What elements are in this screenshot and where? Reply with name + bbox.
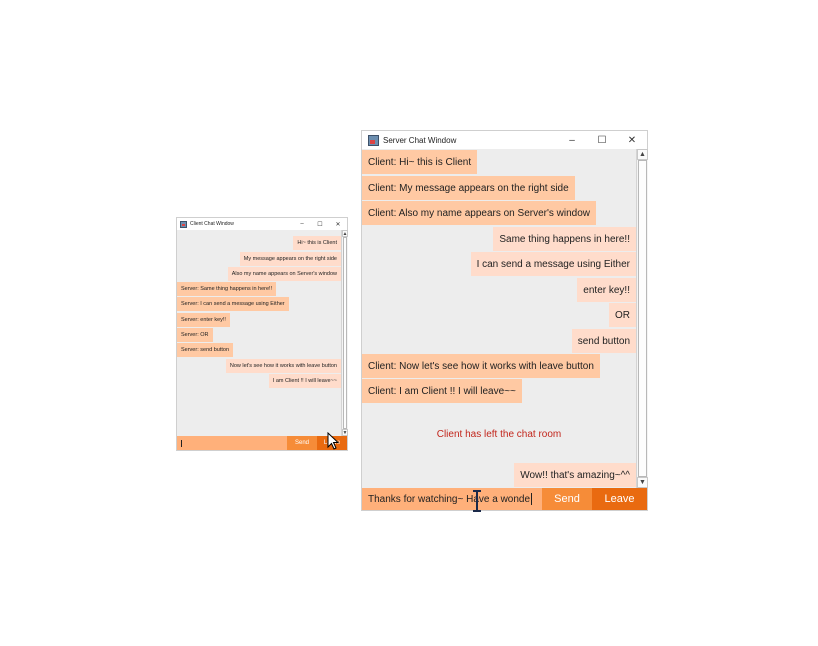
- message-row: Client: I am Client !! I will leave~~: [362, 379, 636, 403]
- minimize-icon[interactable]: –: [293, 221, 311, 228]
- message-bubble: Server: enter key!!: [177, 313, 230, 327]
- text-caret: [181, 439, 182, 447]
- message-bubble: Now let's see how it works with leave bu…: [225, 359, 341, 373]
- server-chat-area: Client: Hi~ this is Client Client: My me…: [362, 149, 636, 488]
- message-bubble: Client: Now let's see how it works with …: [362, 354, 600, 378]
- message-bubble: Client: My message appears on the right …: [362, 176, 575, 200]
- message-row: Now let's see how it works with leave bu…: [177, 359, 341, 373]
- text-caret: [531, 493, 533, 505]
- message-row: Same thing happens in here!!: [362, 227, 636, 251]
- client-input-bar: Send Leave: [177, 436, 347, 450]
- server-message-input[interactable]: Thanks for watching~ Have a wonde: [362, 488, 542, 510]
- message-row: OR: [362, 303, 636, 327]
- scroll-up-icon[interactable]: ▲: [637, 149, 648, 160]
- server-input-bar: Thanks for watching~ Have a wonde Send L…: [362, 488, 647, 510]
- close-icon[interactable]: ✕: [329, 221, 347, 228]
- message-row: I am Client !! I will leave~~: [177, 374, 341, 388]
- message-row: Server: send button: [177, 343, 341, 357]
- client-chat-area: Hi~ this is Client My message appears on…: [177, 230, 341, 436]
- message-row: Client: My message appears on the right …: [362, 176, 636, 200]
- client-chat-window: Client Chat Window – ☐ ✕ Hi~ this is Cli…: [176, 217, 348, 451]
- message-row: My message appears on the right side: [177, 252, 341, 266]
- message-row: Client: Hi~ this is Client: [362, 150, 636, 174]
- server-window-title: Server Chat Window: [383, 135, 457, 145]
- message-bubble: I am Client !! I will leave~~: [268, 374, 341, 388]
- message-bubble: Server: Same thing happens in here!!: [177, 282, 277, 296]
- message-bubble: Client: Hi~ this is Client: [362, 150, 478, 174]
- java-app-icon: [368, 134, 379, 146]
- message-bubble: My message appears on the right side: [239, 252, 341, 266]
- message-bubble: Hi~ this is Client: [293, 236, 341, 250]
- message-bubble: Same thing happens in here!!: [493, 227, 636, 251]
- scroll-down-icon[interactable]: ▼: [342, 429, 348, 436]
- message-bubble: OR: [609, 303, 636, 327]
- scroll-thumb[interactable]: [343, 237, 347, 429]
- message-bubble: Server: OR: [177, 328, 213, 342]
- client-window-title: Client Chat Window: [190, 221, 234, 227]
- server-title-bar[interactable]: Server Chat Window – ☐ ✕: [362, 131, 647, 149]
- message-row: I can send a message using Either: [362, 252, 636, 276]
- scroll-down-icon[interactable]: ▼: [637, 477, 648, 488]
- message-bubble: enter key!!: [577, 278, 636, 302]
- message-row: Server: enter key!!: [177, 313, 341, 327]
- message-bubble: Server: I can send a message using Eithe…: [177, 297, 289, 311]
- server-chat-window: Server Chat Window – ☐ ✕ Client: Hi~ thi…: [361, 130, 648, 511]
- message-row: send button: [362, 329, 636, 353]
- client-title-bar[interactable]: Client Chat Window – ☐ ✕: [177, 218, 347, 230]
- message-row: Server: OR: [177, 328, 341, 342]
- maximize-icon[interactable]: ☐: [587, 135, 617, 146]
- message-row: Server: I can send a message using Eithe…: [177, 297, 341, 311]
- mouse-pointer-icon: [327, 432, 340, 450]
- message-row: Client: Also my name appears on Server's…: [362, 201, 636, 225]
- java-app-icon: [180, 220, 187, 228]
- message-row: Hi~ this is Client: [177, 236, 341, 250]
- scroll-up-icon[interactable]: ▲: [342, 230, 348, 237]
- notice-row: Client has left the chat room: [362, 422, 636, 446]
- server-leave-button[interactable]: Leave: [592, 488, 647, 510]
- server-send-button[interactable]: Send: [542, 488, 592, 510]
- message-bubble: Also my name appears on Server's window: [227, 267, 341, 281]
- message-bubble: Client: Also my name appears on Server's…: [362, 201, 597, 225]
- text-cursor-ibeam-icon: [473, 490, 481, 512]
- close-icon[interactable]: ✕: [617, 135, 647, 146]
- message-bubble: Client: I am Client !! I will leave~~: [362, 379, 522, 403]
- message-row: Server: Same thing happens in here!!: [177, 282, 341, 296]
- minimize-icon[interactable]: –: [557, 135, 587, 146]
- message-row: Client: Now let's see how it works with …: [362, 354, 636, 378]
- client-send-button[interactable]: Send: [287, 436, 317, 450]
- message-row: enter key!!: [362, 278, 636, 302]
- message-bubble: Wow!! that's amazing~^^: [514, 463, 636, 487]
- scroll-thumb[interactable]: [638, 160, 647, 477]
- system-notice: Client has left the chat room: [436, 428, 562, 440]
- message-row: Also my name appears on Server's window: [177, 267, 341, 281]
- client-vertical-scrollbar[interactable]: ▲ ▼: [341, 230, 348, 436]
- message-bubble: send button: [571, 329, 636, 353]
- message-row: Wow!! that's amazing~^^: [362, 463, 636, 487]
- server-vertical-scrollbar[interactable]: ▲ ▼: [636, 149, 648, 488]
- message-bubble: I can send a message using Either: [470, 252, 636, 276]
- message-bubble: Server: send button: [177, 343, 234, 357]
- server-input-text: Thanks for watching~ Have a wonde: [368, 493, 531, 505]
- maximize-icon[interactable]: ☐: [311, 221, 329, 228]
- client-message-input[interactable]: [177, 436, 287, 450]
